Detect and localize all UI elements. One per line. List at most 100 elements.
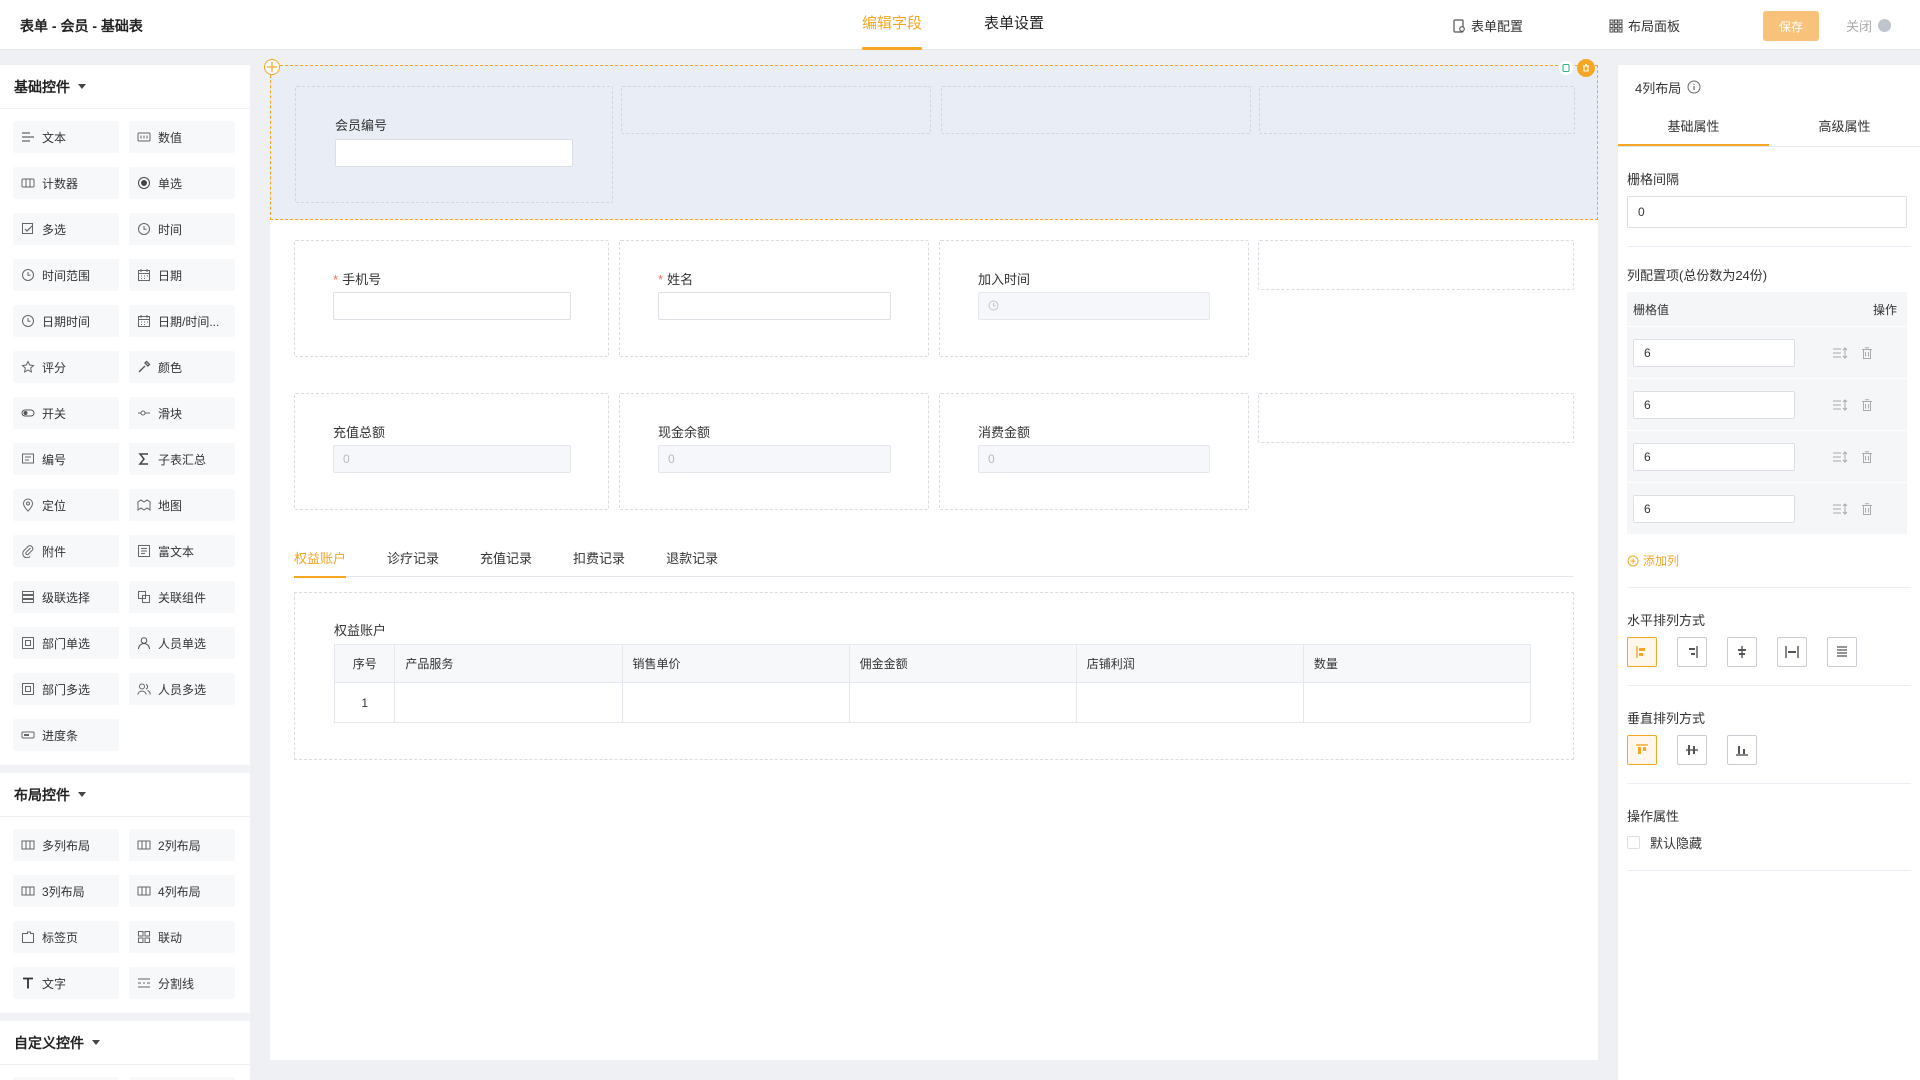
trash-icon[interactable] bbox=[1860, 450, 1874, 464]
form-config-button[interactable]: 表单配置 bbox=[1452, 16, 1523, 35]
record-tab-2[interactable]: 充值记录 bbox=[480, 549, 532, 577]
subtable-container[interactable]: 权益账户 序号 产品服务 销售单价 佣金金额 店铺利润 数量 1 bbox=[294, 592, 1574, 760]
space-between-icon[interactable] bbox=[1777, 637, 1807, 667]
layout-controls-header[interactable]: 布局控件 bbox=[0, 773, 250, 817]
add-column-button[interactable]: 添加列 bbox=[1627, 552, 1679, 569]
basic-control-15[interactable]: 子表汇总 bbox=[129, 443, 235, 475]
phone-input[interactable] bbox=[333, 292, 571, 320]
sort-icon[interactable] bbox=[1832, 346, 1850, 360]
tab-advanced-props[interactable]: 高级属性 bbox=[1769, 109, 1920, 146]
selected-4col-layout[interactable]: 会员编号 bbox=[264, 59, 1598, 220]
table-cell[interactable] bbox=[394, 682, 623, 723]
sort-icon[interactable] bbox=[1832, 502, 1850, 516]
sort-icon[interactable] bbox=[1832, 450, 1850, 464]
basic-control-26[interactable]: 进度条 bbox=[13, 719, 119, 751]
basic-control-10[interactable]: 评分 bbox=[13, 351, 119, 383]
record-tab-4[interactable]: 退款记录 bbox=[666, 549, 718, 577]
name-input[interactable] bbox=[658, 292, 891, 320]
basic-control-7[interactable]: 日期 bbox=[129, 259, 235, 291]
col-value-input[interactable]: 6 bbox=[1633, 390, 1795, 419]
move-icon[interactable] bbox=[264, 59, 280, 75]
align-center-icon[interactable] bbox=[1727, 637, 1757, 667]
join-time-input[interactable] bbox=[978, 292, 1210, 320]
layout-cell[interactable] bbox=[621, 86, 931, 134]
member-no-input[interactable] bbox=[335, 139, 573, 167]
layout-cell[interactable] bbox=[1258, 393, 1574, 443]
layout-cell[interactable] bbox=[1258, 240, 1574, 290]
space-around-icon[interactable] bbox=[1827, 637, 1857, 667]
basic-control-3[interactable]: 单选 bbox=[129, 167, 235, 199]
layout-cell[interactable] bbox=[1259, 86, 1575, 134]
basic-control-12[interactable]: 开关 bbox=[13, 397, 119, 429]
align-bottom-icon[interactable] bbox=[1727, 735, 1757, 765]
basic-control-16[interactable]: 定位 bbox=[13, 489, 119, 521]
custom-controls-header[interactable]: 自定义控件 bbox=[0, 1021, 250, 1065]
layout-control-2[interactable]: 3列布局 bbox=[13, 875, 119, 907]
copy-icon[interactable] bbox=[1559, 61, 1573, 75]
delete-icon[interactable] bbox=[1577, 59, 1595, 77]
basic-control-8[interactable]: 日期时间 bbox=[13, 305, 119, 337]
basic-control-22[interactable]: 部门单选 bbox=[13, 627, 119, 659]
basic-control-25[interactable]: 人员多选 bbox=[129, 673, 235, 705]
table-cell[interactable] bbox=[1302, 682, 1532, 723]
layout-cell[interactable]: 加入时间 bbox=[939, 240, 1249, 357]
basic-controls-header[interactable]: 基础控件 bbox=[0, 65, 250, 109]
table-cell[interactable] bbox=[848, 682, 1077, 723]
layout-cell[interactable]: 会员编号 bbox=[295, 86, 613, 203]
basic-control-20[interactable]: 级联选择 bbox=[13, 581, 119, 613]
tab-basic-props[interactable]: 基础属性 bbox=[1618, 109, 1769, 146]
basic-control-18[interactable]: 附件 bbox=[13, 535, 119, 567]
layout-control-6[interactable]: 文字 bbox=[13, 967, 119, 999]
record-tab-1[interactable]: 诊疗记录 bbox=[387, 549, 439, 577]
layout-control-1[interactable]: 2列布局 bbox=[129, 829, 235, 861]
basic-control-5[interactable]: 时间 bbox=[129, 213, 235, 245]
basic-control-2[interactable]: 计数器 bbox=[13, 167, 119, 199]
col-value-input[interactable]: 6 bbox=[1633, 442, 1795, 471]
default-hidden-checkbox[interactable]: 默认隐藏 bbox=[1627, 833, 1911, 852]
basic-control-17[interactable]: 地图 bbox=[129, 489, 235, 521]
sort-icon[interactable] bbox=[1832, 398, 1850, 412]
basic-control-23[interactable]: 人员单选 bbox=[129, 627, 235, 659]
basic-control-14[interactable]: 编号 bbox=[13, 443, 119, 475]
layout-cell[interactable] bbox=[941, 86, 1251, 134]
align-top-icon[interactable] bbox=[1627, 735, 1657, 765]
cash-balance-input[interactable]: 0 bbox=[658, 445, 891, 473]
close-toggle[interactable]: 关闭 bbox=[1846, 16, 1892, 35]
layout-cell[interactable]: 现金余额 0 bbox=[619, 393, 929, 510]
align-end-icon[interactable] bbox=[1677, 637, 1707, 667]
gutter-input[interactable]: 0 bbox=[1627, 196, 1907, 228]
layout-panel-button[interactable]: 布局面板 bbox=[1609, 16, 1680, 35]
trash-icon[interactable] bbox=[1860, 346, 1874, 360]
basic-control-13[interactable]: 滑块 bbox=[129, 397, 235, 429]
recharge-total-input[interactable]: 0 bbox=[333, 445, 571, 473]
consumption-input[interactable]: 0 bbox=[978, 445, 1210, 473]
info-icon[interactable] bbox=[1687, 80, 1701, 94]
trash-icon[interactable] bbox=[1860, 502, 1874, 516]
align-middle-icon[interactable] bbox=[1677, 735, 1707, 765]
basic-control-24[interactable]: 部门多选 bbox=[13, 673, 119, 705]
layout-control-3[interactable]: 4列布局 bbox=[129, 875, 235, 907]
basic-control-9[interactable]: 日期/时间... bbox=[129, 305, 235, 337]
basic-control-6[interactable]: 时间范围 bbox=[13, 259, 119, 291]
col-value-input[interactable]: 6 bbox=[1633, 494, 1795, 523]
layout-cell[interactable]: * 手机号 bbox=[294, 240, 609, 357]
layout-cell[interactable]: 充值总额 0 bbox=[294, 393, 609, 510]
basic-control-11[interactable]: 颜色 bbox=[129, 351, 235, 383]
basic-control-4[interactable]: 多选 bbox=[13, 213, 119, 245]
basic-control-19[interactable]: 富文本 bbox=[129, 535, 235, 567]
table-cell[interactable] bbox=[1075, 682, 1304, 723]
table-cell[interactable] bbox=[621, 682, 850, 723]
record-tab-3[interactable]: 扣费记录 bbox=[573, 549, 625, 577]
basic-control-0[interactable]: 文本 bbox=[13, 121, 119, 153]
tab-edit-fields[interactable]: 编辑字段 bbox=[862, 0, 923, 50]
layout-control-0[interactable]: 多列布局 bbox=[13, 829, 119, 861]
basic-control-21[interactable]: 关联组件 bbox=[129, 581, 235, 613]
align-start-icon[interactable] bbox=[1627, 637, 1657, 667]
trash-icon[interactable] bbox=[1860, 398, 1874, 412]
record-tab-0[interactable]: 权益账户 bbox=[294, 549, 347, 578]
layout-control-5[interactable]: 联动 bbox=[129, 921, 235, 953]
layout-control-4[interactable]: 标签页 bbox=[13, 921, 119, 953]
layout-control-7[interactable]: 分割线 bbox=[129, 967, 235, 999]
layout-cell[interactable]: 消费金额 0 bbox=[939, 393, 1249, 510]
col-value-input[interactable]: 6 bbox=[1633, 338, 1795, 367]
